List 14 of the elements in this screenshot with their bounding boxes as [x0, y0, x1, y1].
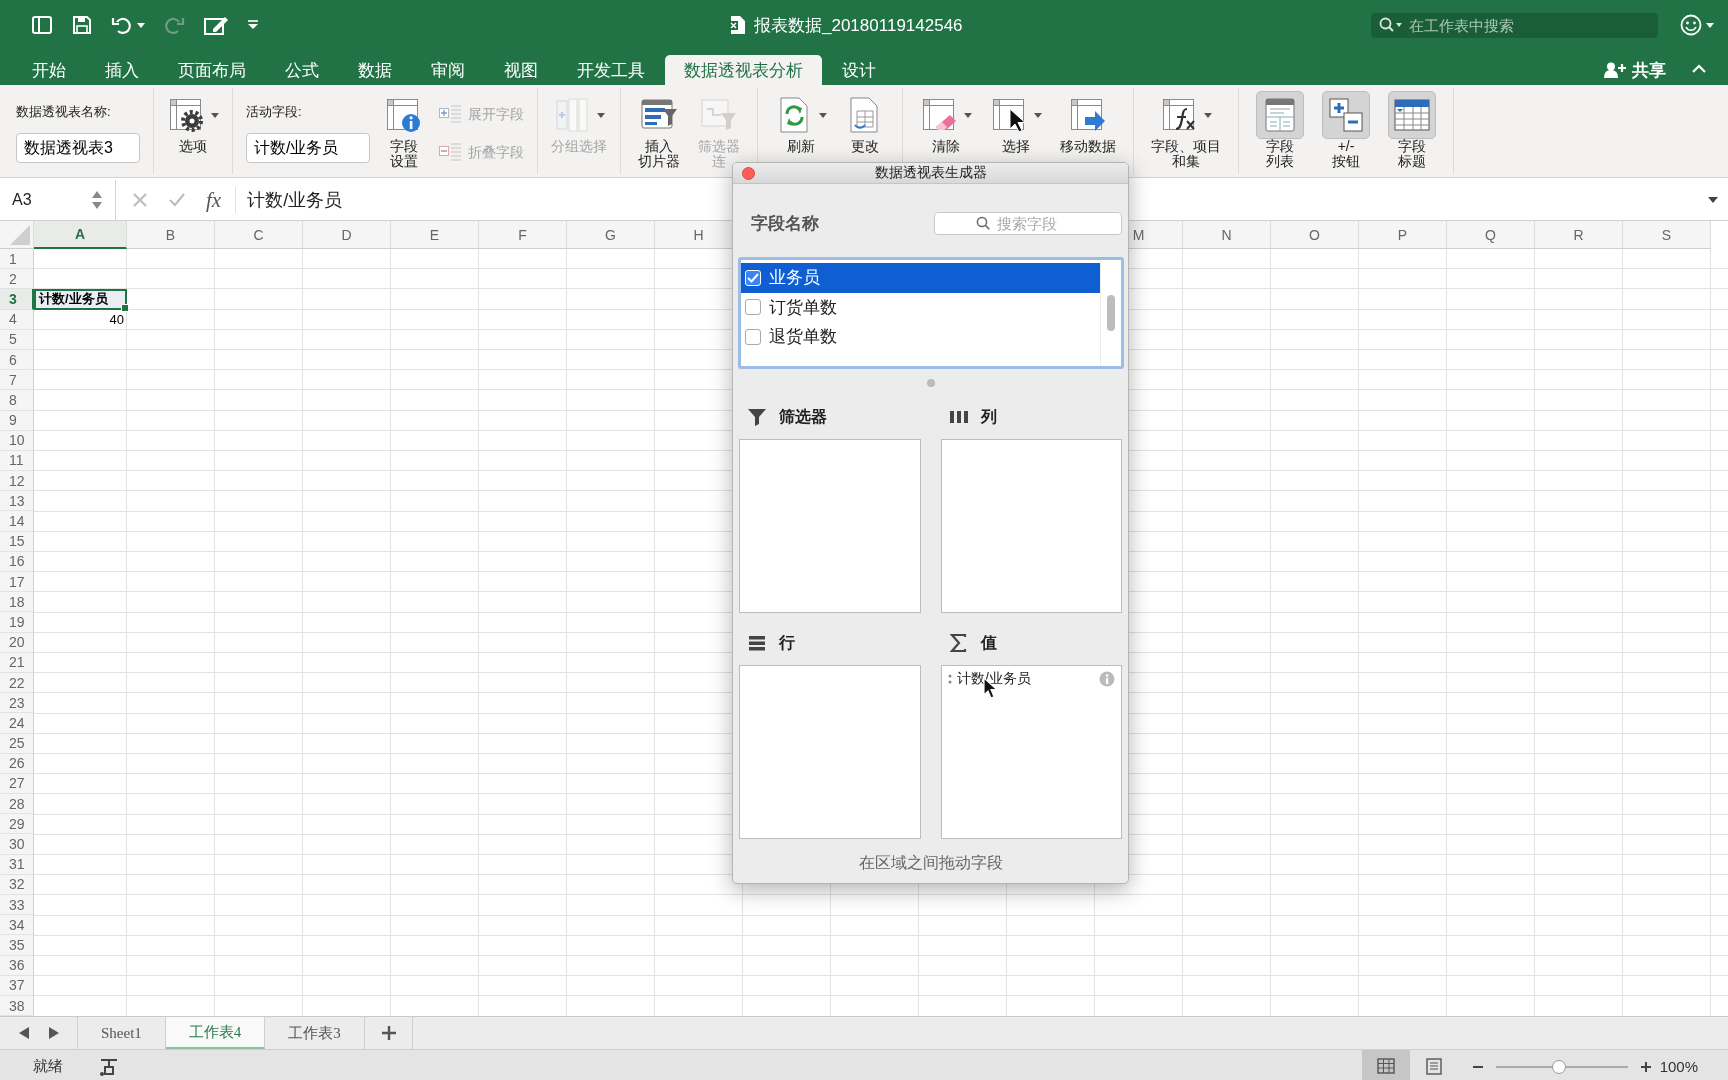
table-cell: 计数/业务员	[34, 289, 127, 310]
field-name-heading: 字段名称	[751, 212, 819, 235]
area-label: 值	[981, 632, 997, 653]
window-title: 报表数据_20180119142546	[754, 14, 963, 37]
table-cell-text: 40	[108, 311, 125, 330]
field-label: 活动字段:	[246, 103, 303, 121]
area-label: 列	[981, 406, 997, 427]
field-label: 数据透视表名称:	[16, 103, 112, 121]
zoom-level: 100%	[1659, 1058, 1698, 1075]
hint-text: 在区域之间拖动字段	[857, 853, 1004, 873]
dialog-title: 数据透视表生成器	[873, 164, 988, 182]
status-text: 就绪	[33, 1057, 63, 1076]
area-label: 筛选器	[779, 406, 827, 427]
area-label: 行	[779, 632, 795, 653]
